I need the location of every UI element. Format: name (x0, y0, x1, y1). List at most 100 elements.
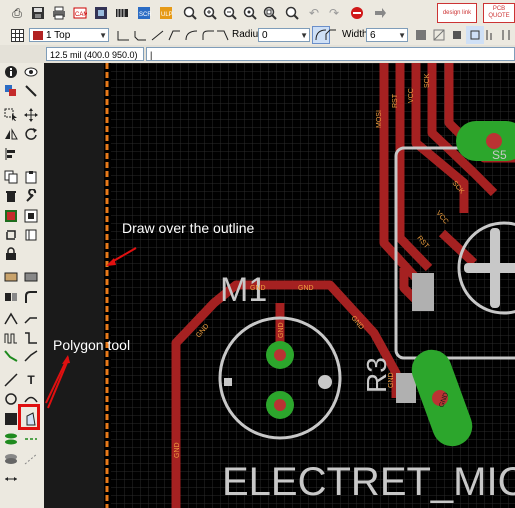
mark-icon[interactable] (22, 82, 40, 100)
miter-icon[interactable] (22, 288, 40, 306)
export-icon[interactable]: ⎙ (8, 4, 26, 22)
swap-icon[interactable] (2, 226, 20, 244)
zoom-redraw-icon[interactable] (241, 4, 259, 22)
route-icon[interactable] (22, 329, 40, 347)
rotate-icon[interactable] (22, 125, 40, 143)
optimize-icon[interactable] (22, 309, 40, 327)
dimension-icon[interactable] (2, 470, 20, 488)
drill-mic-1 (274, 349, 286, 361)
chevron-down-icon: ▼ (300, 31, 308, 40)
stop-icon[interactable] (348, 4, 366, 22)
info-icon[interactable] (2, 63, 20, 81)
net-label-gnd-6: GND (278, 322, 285, 338)
width-value: 6 (370, 30, 376, 41)
command-line-input[interactable]: | (146, 47, 515, 61)
fanout-icon[interactable] (22, 347, 40, 365)
undo-icon[interactable]: ↶ (305, 4, 323, 22)
net-label-mosi: MOSI (376, 110, 383, 128)
wire-bend-4-icon[interactable] (182, 26, 200, 44)
layer-select[interactable]: 1 Top ▼ (29, 28, 109, 42)
net-label-rst: RST (392, 93, 399, 108)
designlink-icon[interactable]: design link (437, 3, 477, 23)
value-icon[interactable] (22, 268, 40, 286)
script-icon[interactable]: SCR (135, 4, 153, 22)
chevron-down-icon: ▼ (398, 31, 406, 40)
pour-solid-icon[interactable] (412, 26, 430, 44)
save-icon[interactable] (29, 4, 47, 22)
width-select[interactable]: 6 ▼ (366, 28, 408, 42)
wire-bend-3-icon[interactable] (165, 26, 183, 44)
pcb-quote-icon[interactable]: PCB QUOTE (483, 3, 515, 23)
wire-bend-2-icon[interactable] (148, 26, 166, 44)
lock-icon[interactable] (2, 245, 20, 263)
layer-value: 1 Top (46, 30, 71, 41)
zoom-fit-icon[interactable] (181, 4, 199, 22)
net-label-sck: SCK (424, 73, 431, 88)
move-icon[interactable] (22, 106, 40, 124)
wire-bend-6-icon[interactable] (213, 26, 231, 44)
ulp-icon[interactable] (113, 4, 131, 22)
miter-straight-icon[interactable] (322, 26, 340, 44)
show-icon[interactable] (22, 63, 40, 81)
drill-mic-2 (274, 399, 286, 411)
zoom-last-icon[interactable] (283, 4, 301, 22)
keepout-area (412, 273, 434, 311)
main-toolbar: ⎙ CAM SCR ULP ↶ ↷ design link PCB QUOTE (0, 0, 515, 27)
board-drawing[interactable]: S5 M1 R3 ELECTRET_MICR GND GND GND GND G… (44, 63, 515, 508)
zoom-select-icon[interactable] (261, 4, 279, 22)
pour-hatch-icon[interactable] (430, 26, 448, 44)
board-canvas[interactable]: S5 M1 R3 ELECTRET_MICR GND GND GND GND G… (44, 63, 515, 508)
net-label-gnd-3: GND (174, 442, 181, 458)
name-icon[interactable] (2, 268, 20, 286)
wire-bend-0-icon[interactable] (114, 26, 132, 44)
svg-text:CAM: CAM (75, 12, 87, 18)
chevron-down-icon: ▼ (99, 31, 107, 40)
net-label-vcc: VCC (408, 88, 415, 103)
zoom-in-icon[interactable] (201, 4, 219, 22)
silk-s5: S5 (492, 148, 507, 162)
meander-icon[interactable] (2, 329, 20, 347)
svg-text:ULP: ULP (161, 12, 173, 18)
signal-icon[interactable] (22, 430, 40, 448)
via-icon[interactable] (2, 430, 20, 448)
left-command-toolbar: T (0, 63, 45, 508)
align-icon[interactable] (2, 145, 20, 163)
net-label-gnd: GND (250, 285, 266, 292)
delete-icon[interactable] (2, 187, 20, 205)
spacing-icon[interactable] (497, 26, 515, 44)
mirror-icon[interactable] (2, 125, 20, 143)
silk-electret: ELECTRET_MICR (222, 460, 515, 504)
ripup-icon[interactable] (2, 347, 20, 365)
polygon-tool-highlight (18, 404, 40, 430)
smash-icon[interactable] (2, 288, 20, 306)
callout-polygon-tool: Polygon tool (53, 337, 131, 353)
wire-icon[interactable] (2, 371, 20, 389)
copy-icon[interactable] (2, 168, 20, 186)
keepout-area-2 (396, 373, 416, 403)
paste-icon[interactable] (22, 168, 40, 186)
cam-icon[interactable]: CAM (71, 4, 89, 22)
replace-icon[interactable] (22, 207, 40, 225)
parameter-toolbar: 1 Top ▼ Radius: 0 ▼ Width: 6 ▼ (0, 26, 515, 46)
go-icon[interactable] (371, 4, 389, 22)
split-icon[interactable] (2, 309, 20, 327)
brd-sch-switch-icon[interactable] (92, 4, 110, 22)
display-layers-icon[interactable] (2, 82, 20, 100)
radius-select[interactable]: 0 ▼ (258, 28, 310, 42)
text-icon[interactable]: T (22, 371, 40, 389)
print-icon[interactable] (50, 4, 68, 22)
zoom-out-icon[interactable] (221, 4, 239, 22)
gate-swap-icon[interactable] (22, 226, 40, 244)
group-move-icon[interactable] (2, 106, 20, 124)
callout-arrow-to-tool (45, 355, 70, 404)
ratsnest-icon[interactable] (22, 450, 40, 468)
redo-icon[interactable]: ↷ (325, 4, 343, 22)
hole-icon[interactable] (2, 450, 20, 468)
wire-bend-1-icon[interactable] (131, 26, 149, 44)
grid-icon[interactable] (8, 26, 26, 44)
change-icon[interactable] (22, 187, 40, 205)
script-run-icon[interactable]: ULP (157, 4, 175, 22)
thermals-icon[interactable] (448, 26, 466, 44)
off-board-area (44, 63, 104, 508)
add-icon[interactable] (2, 207, 20, 225)
